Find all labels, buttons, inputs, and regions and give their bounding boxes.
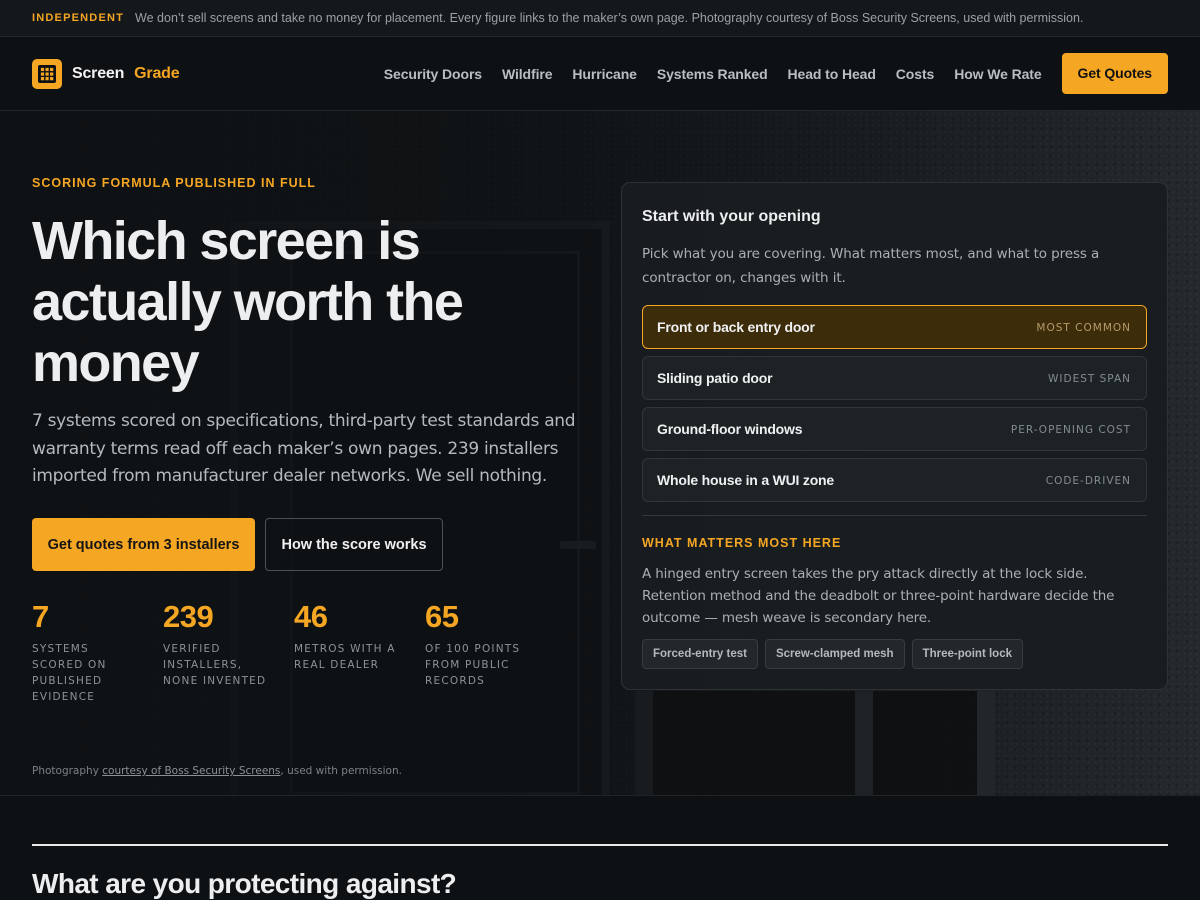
nav-security-doors[interactable]: Security Doors [384, 66, 482, 82]
what-matters-body: A hinged entry screen takes the pry atta… [642, 566, 1115, 626]
option-label: Ground-floor windows [657, 421, 803, 437]
stat-label: METROS WITH A REAL DEALER [294, 643, 396, 671]
option-sliding-patio-door[interactable]: Sliding patio door WIDEST SPAN [642, 356, 1147, 400]
stat-systems: 7 SYSTEMS SCORED ON PUBLISHED EVIDENCE [32, 599, 163, 705]
card-title: Start with your opening [642, 208, 821, 225]
nav-costs[interactable]: Costs [896, 66, 935, 82]
hero-headline: Which screen is actually worth the money [32, 211, 464, 393]
stat-metros: 46 METROS WITH A REAL DEALER [294, 599, 425, 705]
option-whole-house-wui[interactable]: Whole house in a WUI zone CODE-DRIVEN [642, 458, 1147, 502]
option-label: Whole house in a WUI zone [657, 472, 835, 488]
chip-three-point-lock[interactable]: Three-point lock [911, 639, 1023, 669]
site-header: Screen Grade Security Doors Wildfire Hur… [0, 37, 1200, 111]
credit-suffix: , used with permission. [280, 765, 402, 777]
stat-points: 65 OF 100 POINTS FROM PUBLIC RECORDS [425, 599, 556, 705]
card-divider [642, 515, 1147, 516]
nav-head-to-head[interactable]: Head to Head [788, 66, 876, 82]
credit-link[interactable]: courtesy of Boss Security Screens [102, 765, 280, 777]
option-badge: CODE-DRIVEN [1045, 475, 1131, 487]
credit-prefix: Photography [32, 765, 103, 777]
stat-value: 7 [32, 599, 49, 634]
stat-installers: 239 VERIFIED INSTALLERS, NONE INVENTED [163, 599, 294, 705]
section-title: What are you protecting against? [32, 868, 457, 899]
option-badge: WIDEST SPAN [1048, 373, 1131, 385]
nav-systems-ranked[interactable]: Systems Ranked [657, 66, 768, 82]
chip-forced-entry-test[interactable]: Forced-entry test [642, 639, 758, 669]
option-ground-floor-windows[interactable]: Ground-floor windows PER-OPENING COST [642, 407, 1147, 451]
hero-section: SCORING FORMULA PUBLISHED IN FULL Which … [0, 111, 1200, 795]
nav-how-we-rate[interactable]: How We Rate [954, 66, 1041, 82]
hero-lede: 7 systems scored on specifications, thir… [32, 411, 576, 486]
brand-name-grade: Grade [134, 65, 180, 82]
stat-value: 46 [294, 599, 328, 634]
option-badge: PER-OPENING COST [1010, 424, 1131, 436]
option-label: Front or back entry door [657, 319, 815, 335]
main-nav: Security Doors Wildfire Hurricane System… [364, 53, 1168, 94]
card-description: Pick what you are covering. What matters… [642, 246, 1100, 286]
option-badge: MOST COMMON [1036, 322, 1131, 334]
threats-section: What are you protecting against? [0, 795, 1200, 900]
photo-credit: Photography courtesy of Boss Security Sc… [32, 765, 402, 777]
stat-value: 65 [425, 599, 459, 634]
screen-grid-icon [32, 59, 62, 89]
section-rule [32, 844, 1168, 846]
criteria-chips: Forced-entry test Screw-clamped mesh Thr… [642, 639, 1030, 669]
get-quotes-installers-button[interactable]: Get quotes from 3 installers [32, 518, 255, 571]
stat-label: SYSTEMS SCORED ON PUBLISHED EVIDENCE [32, 643, 107, 703]
opening-selector-card: Start with your opening Pick what you ar… [621, 182, 1168, 690]
stat-label: VERIFIED INSTALLERS, NONE INVENTED [163, 643, 267, 687]
stat-label: OF 100 POINTS FROM PUBLIC RECORDS [425, 643, 521, 687]
brand-name-screen: Screen [72, 65, 125, 82]
nav-hurricane[interactable]: Hurricane [572, 66, 637, 82]
hero-stats: 7 SYSTEMS SCORED ON PUBLISHED EVIDENCE 2… [32, 599, 556, 705]
stat-value: 239 [163, 599, 214, 634]
option-label: Sliding patio door [657, 370, 773, 386]
option-entry-door[interactable]: Front or back entry door MOST COMMON [642, 305, 1147, 349]
get-quotes-button[interactable]: Get Quotes [1061, 53, 1168, 94]
disclosure-bar: INDEPENDENT We don’t sell screens and ta… [0, 0, 1200, 37]
chip-screw-clamped-mesh[interactable]: Screw-clamped mesh [764, 639, 905, 669]
disclosure-message: We don’t sell screens and take no money … [135, 11, 1084, 25]
how-score-works-button[interactable]: How the score works [265, 518, 443, 571]
site-logo[interactable]: Screen Grade [32, 59, 180, 89]
independent-tag: INDEPENDENT [32, 12, 125, 24]
hero-eyebrow: SCORING FORMULA PUBLISHED IN FULL [32, 176, 316, 190]
what-matters-title: WHAT MATTERS MOST HERE [642, 536, 842, 550]
nav-wildfire[interactable]: Wildfire [502, 66, 553, 82]
